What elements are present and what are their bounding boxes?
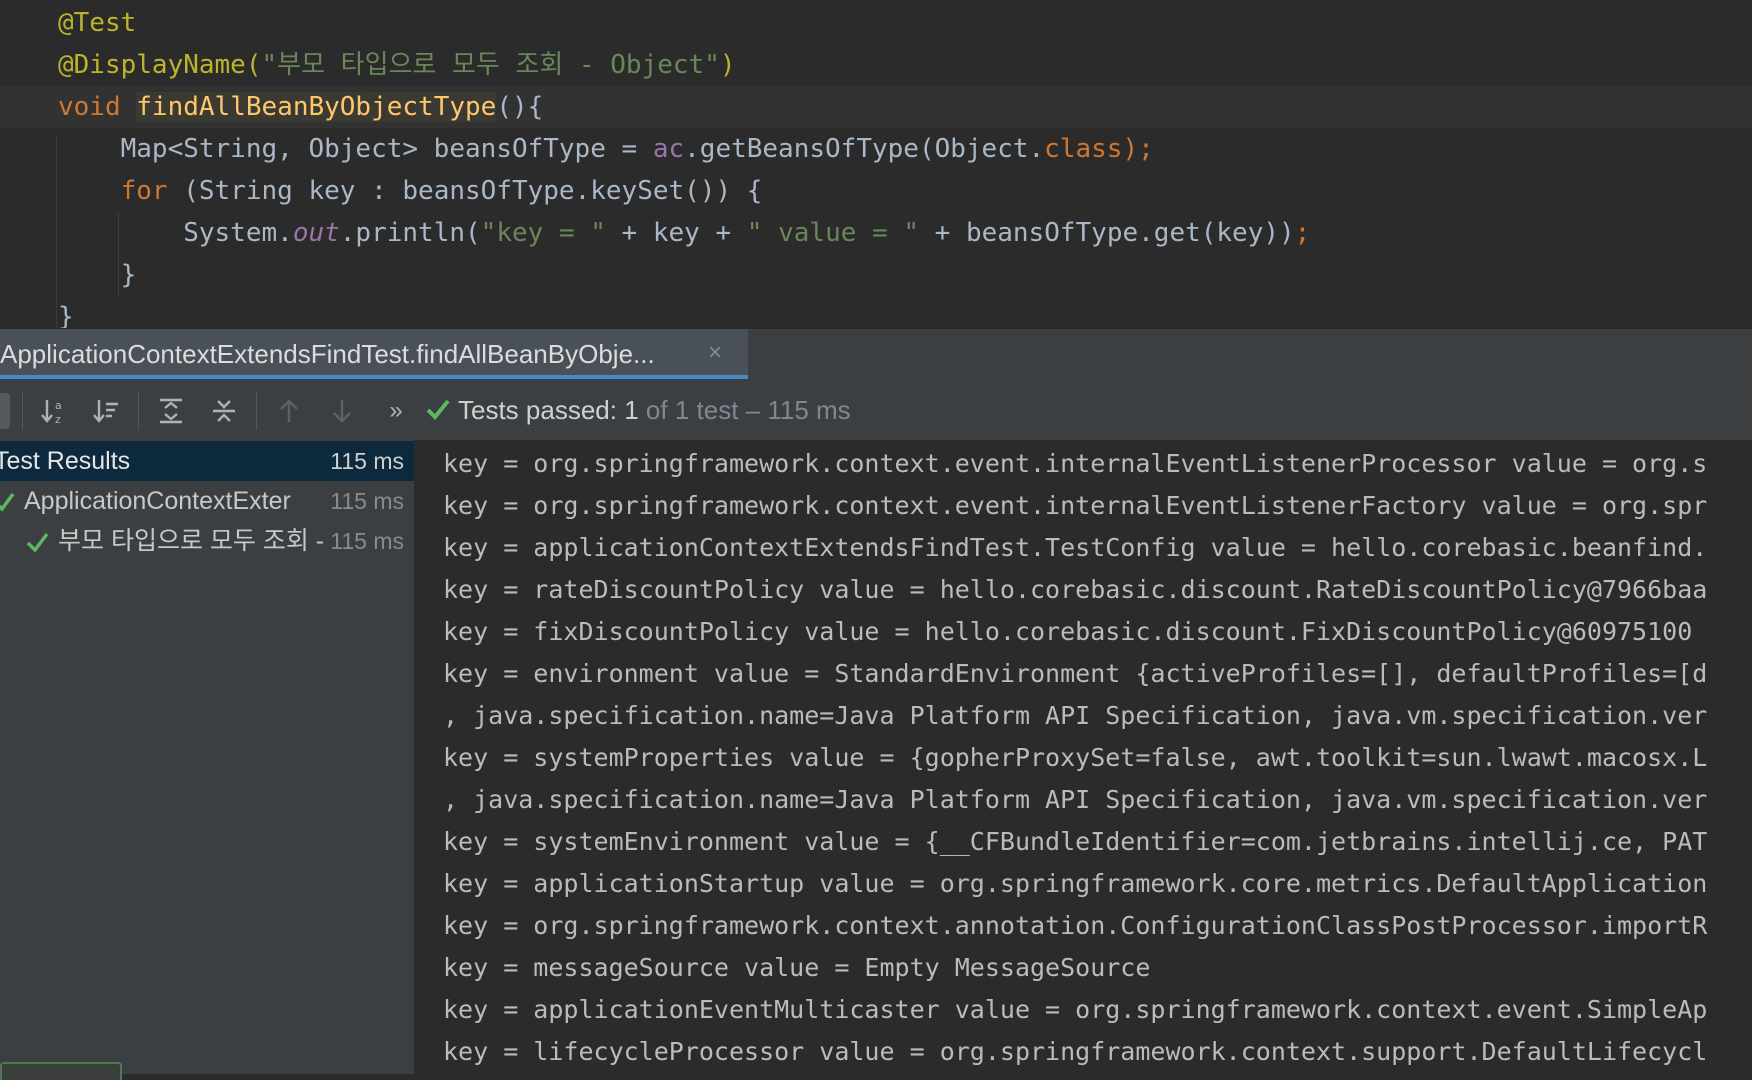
code-line[interactable]: void findAllBeanByObjectType(){ [0, 86, 1752, 128]
console-line: key = systemProperties value = {gopherPr… [443, 743, 1708, 772]
code-token: ) [719, 50, 736, 80]
code-token: class [1044, 134, 1123, 164]
code-token: + key + [605, 218, 747, 248]
code-token: ); [1122, 134, 1154, 164]
status-passed-label: Tests passed: [458, 395, 617, 425]
tree-method-time: 115 ms [330, 528, 404, 554]
toolbar-separator [138, 392, 139, 430]
code-text: @Test [58, 2, 136, 44]
code-text: } [58, 296, 74, 328]
code-text: Map<String, Object> beansOfType = ac.get… [58, 128, 1154, 170]
code-text: void findAllBeanByObjectType(){ [58, 86, 543, 128]
code-line[interactable]: Map<String, Object> beansOfType = ac.get… [0, 128, 1752, 170]
check-icon [26, 532, 49, 553]
tree-class-time: 115 ms [330, 488, 404, 514]
active-tab-indicator [0, 375, 748, 379]
tree-class-label: ApplicationContextExter [24, 487, 291, 515]
test-status: Tests passed: 1 of 1 test – 115 ms [458, 395, 851, 426]
code-text: } [58, 254, 137, 296]
check-icon [0, 492, 15, 512]
code-token: Map<String, Object> beansOfType = [58, 134, 653, 164]
sort-duration-icon[interactable] [88, 393, 124, 429]
tree-root-label: Test Results [0, 447, 131, 475]
code-token: " value = " [746, 218, 919, 248]
sort-alpha-icon[interactable]: az [36, 393, 72, 429]
code-line[interactable]: } [0, 296, 1752, 328]
code-token: ; [1294, 218, 1311, 248]
console-line: key = org.springframework.context.annota… [443, 911, 1708, 940]
console-line: key = fixDiscountPolicy value = hello.co… [443, 617, 1693, 646]
console-line: key = org.springframework.context.event.… [443, 491, 1708, 520]
console-line: key = environment value = StandardEnviro… [443, 659, 1708, 688]
next-failed-icon[interactable] [324, 393, 360, 429]
console-line: key = applicationStartup value = org.spr… [443, 869, 1708, 898]
status-count: 1 [624, 395, 639, 425]
close-icon[interactable]: × [708, 339, 722, 367]
code-line[interactable]: @DisplayName("부모 타입으로 모두 조회 - Object") [0, 44, 1752, 86]
console-line: key = lifecycleProcessor value = org.spr… [443, 1037, 1708, 1066]
tree-method-label: 부모 타입으로 모두 조회 - [58, 527, 325, 555]
code-token: findAllBeanByObjectType [136, 92, 497, 122]
code-token: @DisplayName( [58, 50, 262, 80]
code-token: ac [652, 134, 685, 164]
code-token: } [58, 302, 74, 328]
console-line: key = messageSource value = Empty Messag… [443, 953, 1151, 982]
code-line[interactable]: } [0, 254, 1752, 296]
tree-method-node[interactable]: 부모 타입으로 모두 조회 - 115 ms [0, 521, 414, 561]
console-line: key = applicationContextExtendsFindTest.… [443, 533, 1708, 562]
code-token: .println( [339, 218, 481, 248]
code-token: System. [58, 218, 293, 248]
svg-text:a: a [55, 399, 62, 412]
console-line: key = rateDiscountPolicy value = hello.c… [443, 575, 1708, 604]
collapsed-toolbar-stub [0, 393, 10, 429]
tree-class-node[interactable]: ApplicationContextExter 115 ms [0, 481, 414, 521]
bottom-panel-tab[interactable] [0, 1062, 122, 1080]
toolbar-separator [256, 392, 257, 430]
code-token: (String key : beansOfType.keySet()) { [167, 176, 763, 206]
code-line[interactable]: System.out.println("key = " + key + " va… [0, 212, 1752, 254]
code-token: for [120, 176, 168, 206]
code-token: out [292, 218, 340, 248]
code-token: } [58, 260, 137, 290]
svg-text:z: z [55, 413, 61, 426]
status-summary: of 1 test – 115 ms [645, 395, 851, 425]
tree-root-time: 115 ms [330, 448, 404, 474]
code-token: @Test [58, 8, 137, 38]
console-line: key = applicationEventMulticaster value … [443, 995, 1708, 1024]
code-token: (){ [496, 92, 544, 122]
more-icon[interactable]: » [378, 393, 414, 429]
console-line: , java.specification.name=Java Platform … [443, 785, 1708, 814]
code-text: @DisplayName("부모 타입으로 모두 조회 - Object") [58, 44, 736, 86]
code-token: "부모 타입으로 모두 조회 - Object" [261, 50, 720, 80]
run-tab-bar: ApplicationContextExtendsFindTest.findAl… [0, 328, 1752, 383]
code-line[interactable]: for (String key : beansOfType.keySet()) … [0, 170, 1752, 212]
toolbar-separator [22, 392, 23, 430]
test-results-tree: Test Results 115 ms ApplicationContextEx… [0, 440, 415, 1074]
tree-root[interactable]: Test Results 115 ms [0, 441, 414, 481]
check-icon [426, 399, 450, 420]
code-editor[interactable]: @Test @DisplayName("부모 타입으로 모두 조회 - Objec… [0, 0, 1752, 328]
code-token: void [58, 92, 137, 122]
run-tab-title: ApplicationContextExtendsFindTest.findAl… [0, 339, 655, 369]
console-line: , java.specification.name=Java Platform … [443, 701, 1708, 730]
test-runner-toolbar: az » Tests passed: 1 of 1 test – 115 ms [0, 382, 1752, 441]
console-line: key = systemEnvironment value = {__CFBun… [443, 827, 1708, 856]
console-output[interactable]: key = org.springframework.context.event.… [415, 440, 1752, 1074]
collapse-all-icon[interactable] [206, 393, 242, 429]
console-line: key = org.springframework.context.event.… [443, 449, 1708, 478]
code-token: + beansOfType.get(key)) [918, 218, 1295, 248]
code-token: "key = " [480, 218, 606, 248]
code-token: .getBeansOfType(Object. [684, 134, 1045, 164]
expand-all-icon[interactable] [153, 393, 189, 429]
more-label: » [389, 397, 403, 424]
code-line[interactable]: @Test [0, 2, 1752, 44]
code-text: for (String key : beansOfType.keySet()) … [58, 170, 763, 212]
run-tab[interactable]: ApplicationContextExtendsFindTest.findAl… [0, 329, 748, 379]
prev-failed-icon[interactable] [271, 393, 307, 429]
code-text: System.out.println("key = " + key + " va… [58, 212, 1310, 254]
